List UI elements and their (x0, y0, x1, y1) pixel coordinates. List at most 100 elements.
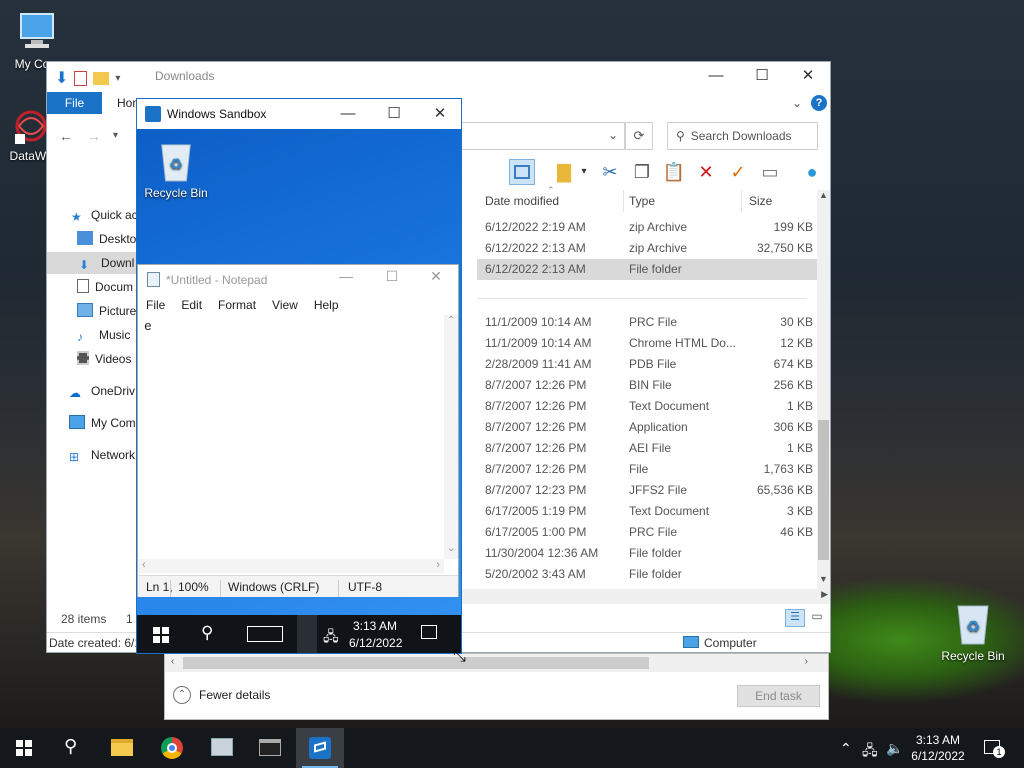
close-button[interactable]: ✕ (414, 268, 458, 285)
chevron-right-icon[interactable]: ▶ (821, 589, 828, 600)
table-row[interactable]: 2/28/2009 11:41 AM PDB File 674 KB (477, 354, 817, 375)
clock-date[interactable]: 6/12/2022 (349, 636, 402, 650)
preview-pane-icon[interactable] (509, 159, 535, 185)
notification-icon[interactable] (421, 625, 437, 639)
new-folder-icon[interactable] (93, 71, 110, 85)
close-button[interactable]: ✕ (785, 62, 831, 90)
table-row[interactable]: 11/1/2009 10:14 AM Chrome HTML Do... 12 KB (477, 333, 817, 354)
network-icon[interactable]: 🖧 (862, 740, 878, 764)
table-row[interactable]: 8/7/2007 12:23 PM JFFS2 File 65,536 KB (477, 480, 817, 501)
taskbar-app-file-explorer[interactable] (98, 728, 146, 768)
minimize-button[interactable]: — (325, 100, 371, 128)
horizontal-scrollbar[interactable]: ‹ › (138, 559, 444, 573)
minimize-button[interactable]: — (693, 62, 739, 90)
menu-edit[interactable]: Edit (173, 295, 210, 315)
clock-time[interactable]: 3:13 AM (353, 619, 397, 633)
network-icon[interactable]: 🖧 (323, 626, 339, 650)
chevron-up-icon[interactable]: ▲ (819, 190, 828, 200)
chevron-left-icon[interactable]: ‹ (171, 656, 174, 667)
desktop-icon-recycle-bin[interactable]: ♻ Recycle Bin (141, 139, 211, 200)
table-row[interactable]: 11/30/2004 12:36 AM File folder (477, 543, 817, 564)
chevron-right-icon[interactable]: › (805, 656, 808, 667)
task-view-icon[interactable] (247, 626, 283, 642)
table-row[interactable]: 6/12/2022 2:13 AM zip Archive 32,750 KB (477, 238, 817, 259)
column-header-date[interactable]: Date modified (485, 194, 559, 208)
chevron-down-icon[interactable]: ▼ (819, 574, 828, 584)
chevron-down-icon[interactable]: ⌄ (447, 543, 455, 554)
scrollbar-thumb[interactable] (183, 657, 649, 669)
notification-center-button[interactable]: 1 (984, 740, 1005, 758)
paste-icon[interactable]: 📋 (661, 159, 687, 185)
chevron-down-icon[interactable]: ⌄ (792, 96, 802, 110)
taskbar-app-chrome[interactable] (148, 728, 196, 768)
column-divider[interactable] (623, 190, 624, 212)
table-row[interactable]: 8/7/2007 12:26 PM File 1,763 KB (477, 459, 817, 480)
maximize-button[interactable]: ☐ (371, 100, 417, 128)
taskbar-app-slot[interactable] (297, 615, 317, 653)
tab-file[interactable]: File (47, 92, 102, 114)
cut-icon[interactable]: ✂ (597, 159, 623, 185)
menu-file[interactable]: File (138, 295, 173, 315)
globe-icon[interactable]: ● (799, 159, 825, 185)
table-row[interactable]: 8/7/2007 12:26 PM Text Document 1 KB (477, 396, 817, 417)
delete-icon[interactable]: ✕ (693, 159, 719, 185)
chevron-up-icon[interactable]: ⌃ (840, 740, 852, 757)
details-view-icon[interactable]: ☰ (785, 609, 805, 627)
chevron-left-icon[interactable]: ‹ (142, 559, 146, 571)
volume-icon[interactable]: 🔈 (886, 740, 903, 757)
large-icons-view-icon[interactable]: ▭ (807, 609, 827, 627)
start-icon[interactable] (153, 627, 169, 643)
minimize-button[interactable]: — (324, 268, 368, 284)
menu-view[interactable]: View (264, 295, 306, 315)
taskbar-app-windows-sandbox[interactable] (296, 728, 344, 768)
menu-help[interactable]: Help (306, 295, 347, 315)
taskbar-app-task-manager[interactable] (198, 728, 246, 768)
download-arrow-icon[interactable]: ⬇ (55, 68, 68, 88)
table-row[interactable]: 6/12/2022 2:19 AM zip Archive 199 KB (477, 217, 817, 238)
table-row[interactable]: 5/20/2002 3:43 AM File folder (477, 564, 817, 585)
refresh-button[interactable]: ⟳ (625, 122, 653, 150)
table-row[interactable]: 6/17/2005 1:00 PM PRC File 46 KB (477, 522, 817, 543)
menu-format[interactable]: Format (210, 295, 264, 315)
search-button[interactable]: ⚲ (48, 728, 96, 768)
horizontal-scrollbar[interactable]: ‹ › (165, 654, 828, 672)
vertical-scrollbar[interactable]: ⌃ ⌄ (444, 315, 458, 559)
properties-icon[interactable]: ▭ (757, 159, 783, 185)
table-row[interactable]: 6/17/2005 1:19 PM Text Document 3 KB (477, 501, 817, 522)
chevron-down-icon[interactable]: ▾ (571, 159, 597, 185)
rename-check-icon[interactable]: ✓ (725, 159, 751, 185)
copy-icon[interactable]: ❐ (629, 159, 655, 185)
fewer-details-button[interactable]: ⌃ Fewer details (173, 686, 270, 704)
table-row[interactable]: 8/7/2007 12:26 PM AEI File 1 KB (477, 438, 817, 459)
table-row[interactable]: 8/7/2007 12:26 PM BIN File 256 KB (477, 375, 817, 396)
desktop-icon-recycle-bin[interactable]: ♻ Recycle Bin (938, 600, 1008, 663)
search-icon[interactable]: ⚲ (201, 623, 213, 643)
chevron-down-icon[interactable]: ⌄ (608, 128, 618, 142)
column-divider[interactable] (741, 190, 742, 212)
clock[interactable]: 3:13 AM 6/12/2022 (906, 732, 970, 764)
nav-item-downloads[interactable]: ⬇ Downl (47, 252, 139, 274)
column-header-type[interactable]: Type (629, 194, 655, 208)
start-button[interactable] (0, 728, 48, 768)
end-task-button[interactable]: End task (737, 685, 820, 707)
vertical-scrollbar[interactable]: ▲ ▼ (817, 190, 830, 590)
column-header-size[interactable]: Size (749, 194, 772, 208)
close-button[interactable]: ✕ (417, 100, 461, 128)
chevron-up-icon[interactable]: ⌃ (447, 315, 455, 326)
chevron-down-icon[interactable]: ▾ (115, 73, 120, 84)
maximize-button[interactable]: ☐ (739, 62, 785, 90)
help-icon[interactable]: ? (811, 95, 827, 111)
horizontal-scrollbar[interactable]: ▶ (457, 589, 830, 604)
text-editor[interactable]: e (138, 315, 444, 559)
chevron-right-icon[interactable]: › (436, 559, 440, 571)
table-row[interactable]: 6/12/2022 2:13 AM File folder (477, 259, 817, 280)
table-row[interactable]: 8/7/2007 12:26 PM Application 306 KB (477, 417, 817, 438)
taskbar-app-terminal[interactable] (246, 728, 294, 768)
maximize-button[interactable]: ☐ (370, 268, 414, 285)
forward-arrow-icon[interactable]: → (87, 128, 101, 144)
properties-icon[interactable] (74, 70, 88, 86)
search-box[interactable]: ⚲ Search Downloads (667, 122, 818, 150)
table-row[interactable]: 11/1/2009 10:14 AM PRC File 30 KB (477, 312, 817, 333)
back-arrow-icon[interactable]: ← (59, 128, 73, 144)
scrollbar-thumb[interactable] (818, 420, 829, 560)
